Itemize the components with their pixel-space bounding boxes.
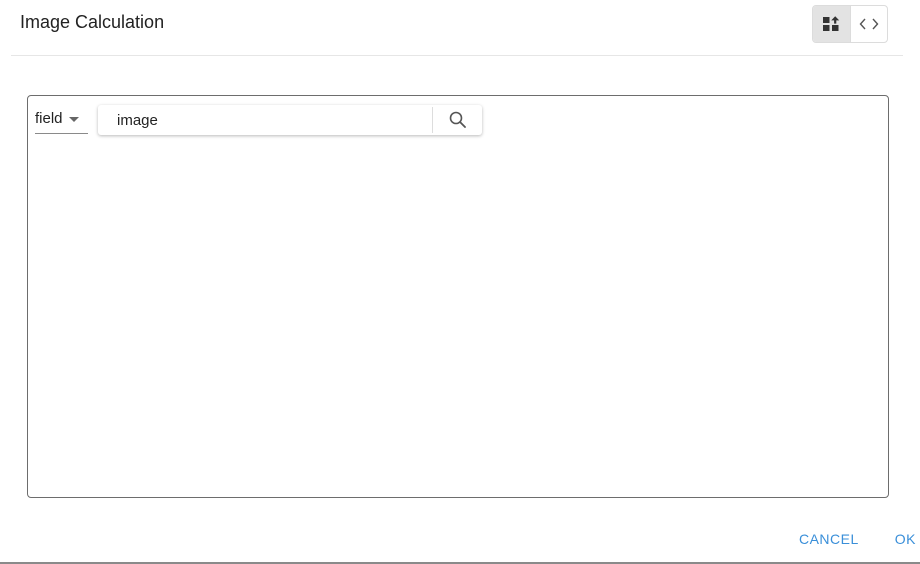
search-input[interactable] <box>98 105 432 135</box>
search-icon <box>449 111 466 128</box>
header-divider <box>11 55 903 56</box>
dialog-actions: CANCEL OK <box>799 531 916 547</box>
blocks-view-button[interactable] <box>813 6 850 42</box>
code-icon <box>859 18 879 30</box>
cancel-button[interactable]: CANCEL <box>799 531 859 547</box>
caret-down-icon <box>68 117 79 122</box>
search-button[interactable] <box>433 105 482 135</box>
ok-button[interactable]: OK <box>895 531 916 547</box>
dialog-title: Image Calculation <box>20 12 165 32</box>
field-dropdown[interactable]: field <box>35 104 88 134</box>
search-box <box>98 105 482 135</box>
expression-editor[interactable]: field <box>27 95 889 498</box>
field-dropdown-value: field <box>35 110 63 127</box>
code-view-button[interactable] <box>849 6 888 42</box>
blocks-icon <box>823 16 840 31</box>
view-mode-toggle <box>812 5 888 43</box>
image-calculation-dialog: Image Calculation field image CANCEL OK <box>0 0 920 564</box>
